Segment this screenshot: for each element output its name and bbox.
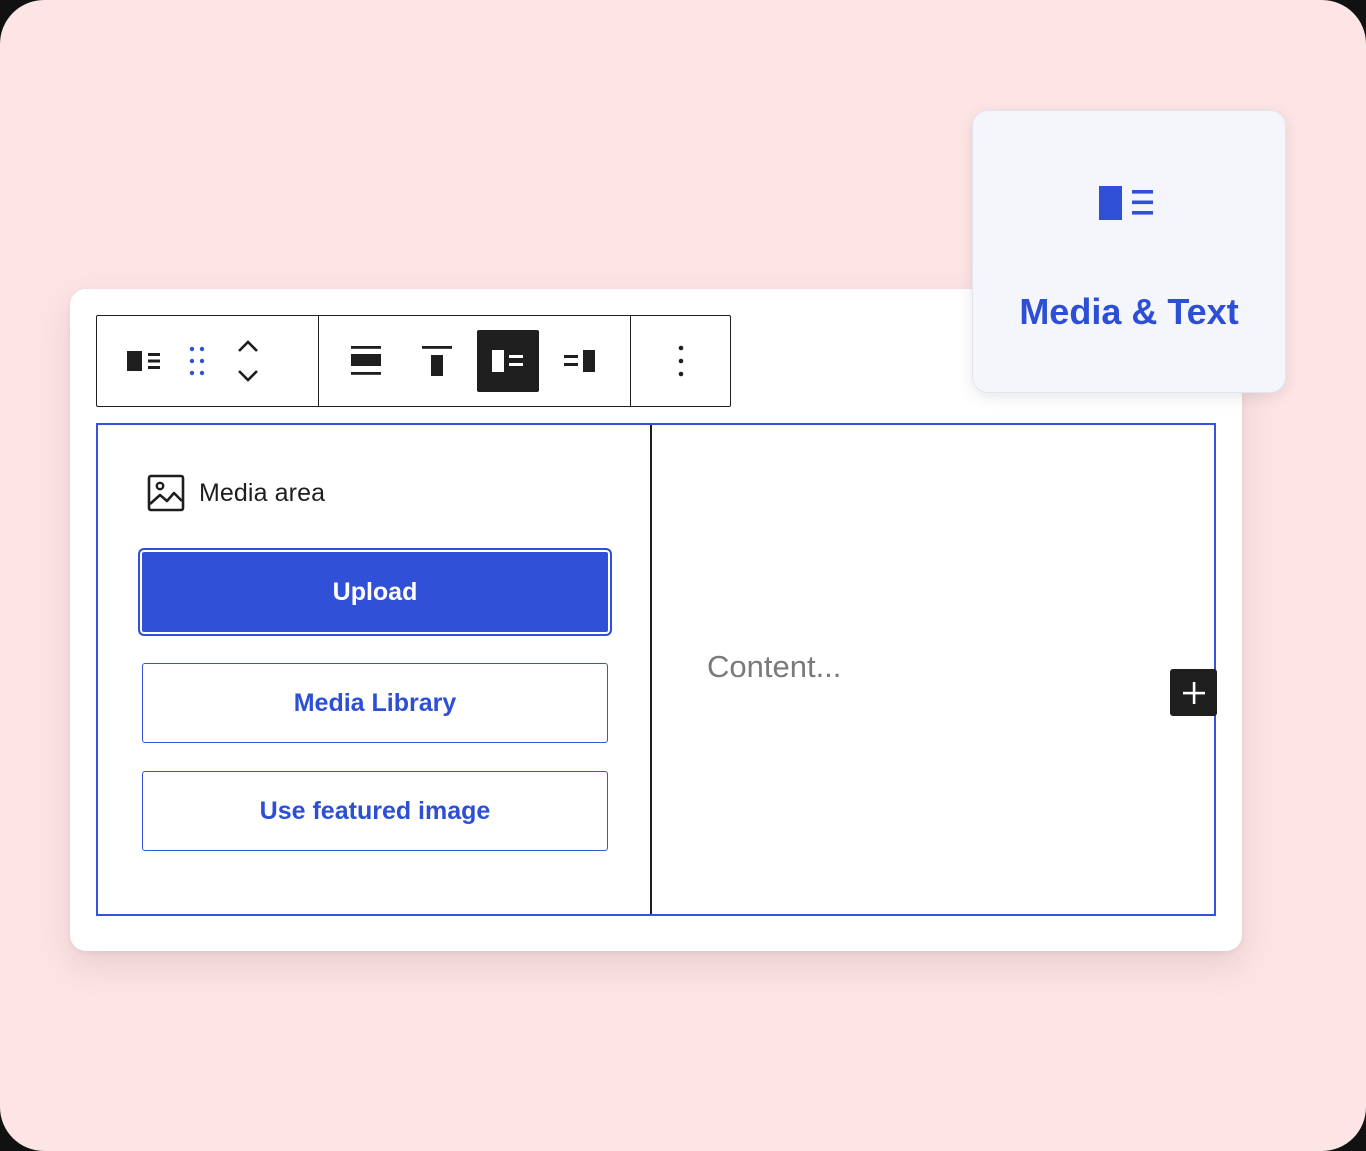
use-featured-image-button[interactable]: Use featured image [142,771,608,851]
media-area-header: Media area [147,474,325,512]
media-text-block-icon [127,351,160,371]
block-card-title: Media & Text [1019,291,1239,332]
block-mover [219,330,277,392]
content-area[interactable]: Content... [654,425,1214,914]
media-library-button[interactable]: Media Library [142,663,608,743]
drag-handle-icon [189,346,205,376]
move-up-button[interactable] [219,331,277,361]
canvas: Media area Upload Media Library Use feat… [0,0,1366,1151]
media-placeholder: Media area Upload Media Library Use feat… [98,425,652,914]
block-inserter-button[interactable] [1170,669,1217,716]
more-options-icon [678,345,683,377]
media-left-button[interactable] [477,330,539,392]
block-type-button[interactable] [113,330,175,392]
media-text-block[interactable]: Media area Upload Media Library Use feat… [96,423,1216,916]
move-down-button[interactable] [219,361,277,391]
block-toolbar [96,315,731,407]
move-down-icon [238,370,258,382]
plus-icon [1182,681,1205,704]
media-text-icon [1099,186,1153,220]
vertical-align-button[interactable] [406,330,468,392]
more-options-button[interactable] [650,330,712,392]
media-left-icon [492,350,523,372]
toolbar-alignment-group [318,316,630,406]
media-right-button[interactable] [548,330,610,392]
drag-handle-button[interactable] [175,330,219,392]
align-wide-button[interactable] [335,330,397,392]
vertical-align-top-icon [422,346,452,376]
toolbar-options-group [630,316,730,406]
move-up-icon [238,340,258,352]
toolbar-block-group [97,316,318,406]
block-card: Media & Text [972,110,1286,393]
upload-button[interactable]: Upload [138,548,612,636]
content-placeholder[interactable]: Content... [707,649,841,685]
image-icon [147,474,185,512]
align-wide-icon [351,346,381,375]
media-right-icon [564,350,595,372]
media-area-label: Media area [199,478,326,507]
